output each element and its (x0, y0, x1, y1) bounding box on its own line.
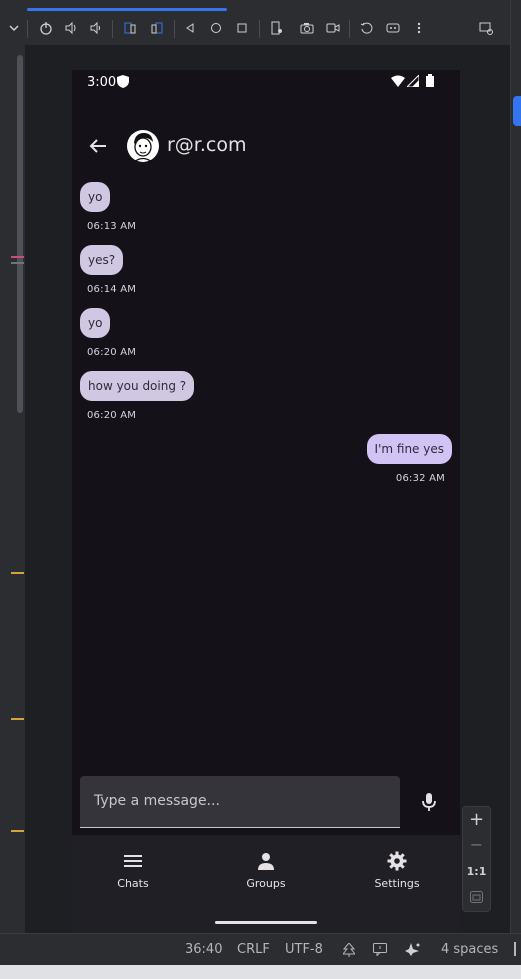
contact-avatar[interactable] (127, 129, 159, 163)
volume-down-icon[interactable] (86, 18, 106, 38)
gear-icon (387, 851, 407, 871)
microphone-icon[interactable] (417, 790, 441, 814)
gutter-marker (11, 262, 24, 264)
message-bubble[interactable]: yo (80, 182, 111, 212)
tree-icon[interactable] (343, 943, 355, 957)
nav-item-settings[interactable]: Settings (357, 851, 437, 890)
message-bubble[interactable]: yo (80, 308, 111, 338)
gutter-marker (11, 572, 24, 574)
contact-name: r@r.com (167, 134, 247, 156)
message-item: yo 06:20 AM (80, 308, 136, 358)
toolbar-divider (174, 20, 175, 38)
ide-status-bar: 36:40 CRLF UTF-8 4 spaces (0, 933, 521, 966)
power-icon[interactable] (36, 18, 56, 38)
right-tool-window-bar (510, 0, 521, 933)
person-icon (258, 853, 274, 870)
zoom-fit-icon[interactable] (470, 891, 483, 903)
file-encoding[interactable]: UTF-8 (285, 942, 323, 957)
message-item: I'm fine yes 06:32 AM (366, 434, 452, 484)
message-bubble[interactable]: yes? (80, 245, 124, 275)
nav-item-groups[interactable]: Groups (226, 851, 306, 890)
indent-setting[interactable]: 4 spaces (441, 942, 498, 957)
gutter-marker (11, 830, 24, 832)
overview-square-icon[interactable] (232, 18, 252, 38)
gutter-scrollbar[interactable] (17, 55, 23, 413)
loading-progress-bar (27, 8, 227, 11)
active-tool-window-button[interactable] (513, 96, 521, 126)
message-item: how you doing ? 06:20 AM (80, 371, 195, 421)
message-input-placeholder: Type a message... (94, 793, 220, 809)
zoom-in-button[interactable]: + (463, 809, 490, 830)
chat-bubble-icon[interactable] (373, 943, 387, 956)
more-vertical-icon[interactable] (409, 18, 429, 38)
back-arrow-icon[interactable] (89, 138, 107, 154)
zoom-controls: + − 1:1 (462, 806, 491, 912)
snapshot-icon[interactable] (357, 18, 377, 38)
rotate-right-icon[interactable] (147, 18, 167, 38)
message-timestamp: 06:20 AM (87, 410, 137, 421)
status-time: 3:00 (87, 75, 117, 90)
message-input[interactable]: Type a message... (80, 776, 400, 828)
caret-position[interactable]: 36:40 (185, 942, 222, 957)
volume-up-icon[interactable] (61, 18, 81, 38)
video-record-icon[interactable] (323, 18, 343, 38)
shield-icon (117, 75, 129, 88)
cell-signal-icon (407, 75, 419, 87)
zoom-out-button[interactable]: − (463, 835, 490, 854)
message-timestamp: 06:14 AM (87, 284, 137, 295)
gesture-home-indicator[interactable] (215, 921, 317, 924)
chat-app-bar: r@r.com (72, 126, 460, 166)
toolbar-divider (349, 20, 350, 38)
device-mirror-icon[interactable] (476, 18, 496, 38)
nav-label: Groups (246, 877, 286, 890)
message-timestamp: 06:32 AM (395, 473, 445, 484)
android-status-bar: 3:00 (72, 70, 460, 94)
chevron-down-icon[interactable] (4, 18, 24, 38)
battery-icon (426, 74, 434, 87)
home-circle-icon[interactable] (206, 18, 226, 38)
message-timestamp: 06:13 AM (87, 221, 137, 232)
back-triangle-icon[interactable] (180, 18, 200, 38)
gutter-marker (11, 256, 24, 258)
toolbar-divider (27, 20, 28, 38)
toolbar-divider (112, 20, 113, 38)
taskbar-edge (0, 965, 521, 979)
nav-label: Chats (117, 877, 149, 890)
rotate-left-icon[interactable] (120, 18, 140, 38)
status-overflow-edge (514, 942, 516, 956)
message-bubble[interactable]: how you doing ? (80, 371, 195, 401)
line-separator[interactable]: CRLF (237, 942, 270, 957)
bottom-navigation: Chats Groups Settings (72, 835, 460, 933)
message-item: yes? 06:14 AM (80, 245, 136, 295)
extended-controls-icon[interactable] (383, 18, 403, 38)
fold-device-icon[interactable] (266, 18, 286, 38)
message-item: yo 06:13 AM (80, 182, 136, 232)
message-timestamp: 06:20 AM (87, 347, 137, 358)
wifi-icon (391, 75, 405, 87)
toolbar-divider (259, 20, 260, 38)
zoom-actual-size-button[interactable]: 1:1 (463, 865, 490, 878)
nav-item-chats[interactable]: Chats (93, 851, 173, 890)
gutter-marker (11, 718, 24, 720)
menu-icon (124, 855, 142, 867)
nav-label: Settings (374, 877, 420, 890)
ai-sparkle-icon[interactable] (405, 942, 421, 957)
message-bubble[interactable]: I'm fine yes (366, 434, 452, 464)
phone-screen: 3:00 r@r.com yo 06:13 AM yes? 06:14 AM y… (72, 70, 460, 933)
camera-icon[interactable] (297, 18, 317, 38)
